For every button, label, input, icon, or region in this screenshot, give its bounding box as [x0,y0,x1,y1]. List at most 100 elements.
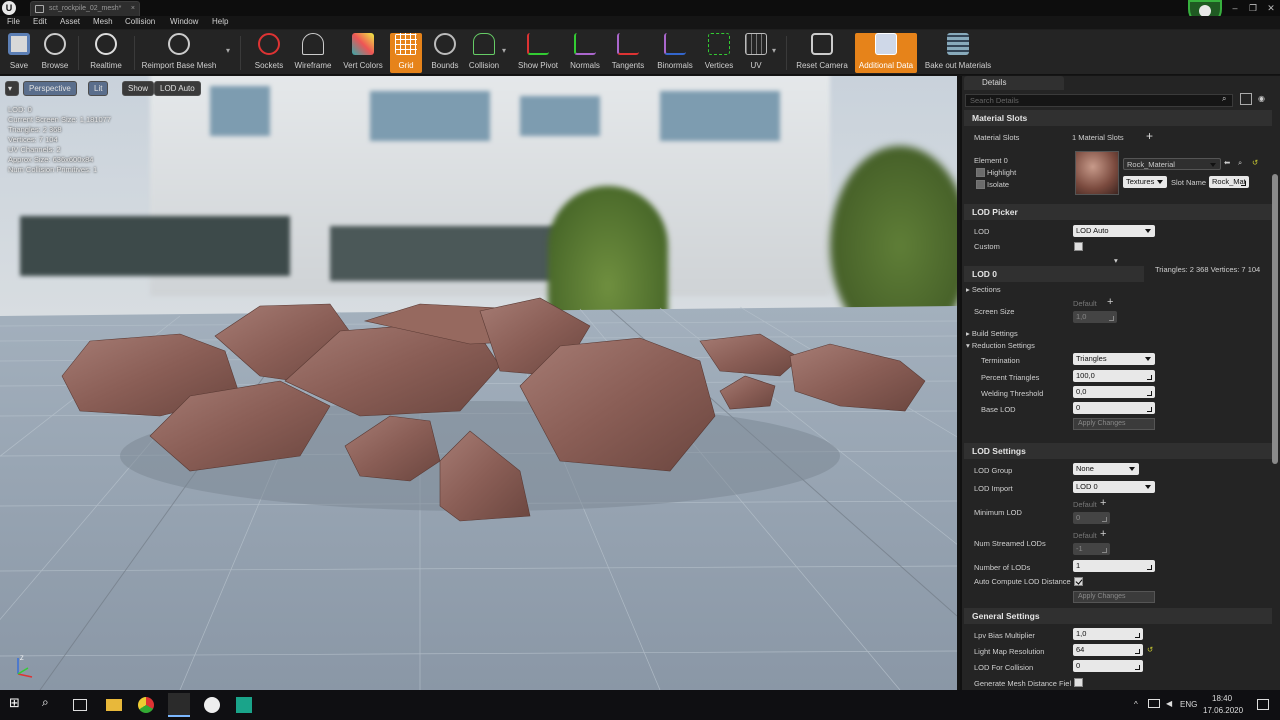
add-streamed-icon[interactable]: + [1100,528,1106,540]
lod-picker-header[interactable]: LOD Picker [964,204,1272,220]
browse-button[interactable]: Browse [38,33,72,73]
minimum-lod-field[interactable]: 0 [1073,512,1110,524]
sections-expander[interactable]: ▸ Sections [966,285,1001,294]
lod-collision-field[interactable]: 0 [1073,660,1143,672]
clock-date[interactable]: 17.06.2020 [1203,706,1243,715]
sockets-button[interactable]: Sockets [252,33,286,73]
reset-lightmap-icon[interactable]: ↺ [1147,645,1153,654]
add-slot-icon[interactable]: + [1146,129,1153,143]
file-explorer-icon[interactable] [106,699,122,711]
search-details-input[interactable]: Search Details [965,94,1233,107]
menu-file[interactable]: File [7,17,20,26]
tangents-button[interactable]: Tangents [608,33,648,73]
textures-dropdown[interactable]: Textures [1123,176,1167,188]
viewport[interactable]: ▾ Perspective Lit Show LOD Auto LOD: 0 C… [0,76,957,690]
menu-help[interactable]: Help [212,17,228,26]
screen-size-field[interactable]: 1,0 [1073,311,1117,323]
asset-tab[interactable]: sct_rockpile_02_mesh* × [30,1,140,16]
binormals-button[interactable]: Binormals [654,33,696,73]
close-button[interactable]: ✕ [1262,0,1280,16]
reduction-settings-expander[interactable]: ▾ Reduction Settings [966,341,1035,350]
expand-arrow-icon[interactable]: ▾ [1114,256,1118,265]
slot-name-field[interactable]: Rock_Mat [1209,176,1249,188]
uv-dropdown-icon[interactable]: ▾ [772,46,776,55]
lod-auto-button[interactable]: LOD Auto [154,81,201,96]
use-selected-icon[interactable]: ⬅ [1224,158,1230,167]
details-tab[interactable]: Details [964,76,1064,90]
vert-colors-button[interactable]: Vert Colors [340,33,386,73]
browse-asset-icon[interactable]: ⌕ [1238,158,1242,168]
collision-button[interactable]: Collision [466,33,502,73]
perspective-button[interactable]: Perspective [23,81,77,96]
light-map-field[interactable]: 64 [1073,644,1143,656]
show-button[interactable]: Show [122,81,155,96]
menu-mesh[interactable]: Mesh [93,17,113,26]
bake-out-materials-button[interactable]: Bake out Materials [922,33,994,73]
task-view-icon[interactable] [73,699,87,711]
lod-import-dropdown[interactable]: LOD 0 [1073,481,1155,493]
termination-dropdown[interactable]: Triangles [1073,353,1155,365]
highlight-checkbox[interactable] [976,168,985,177]
distance-field-checkbox[interactable] [1074,678,1083,687]
custom-checkbox[interactable] [1074,242,1083,251]
tab-close-icon[interactable]: × [131,2,135,15]
view-options-icon[interactable] [1240,93,1252,105]
wireframe-button[interactable]: Wireframe [292,33,334,73]
3ds-max-icon[interactable] [236,697,252,713]
steam-icon[interactable] [204,697,220,713]
chrome-icon[interactable] [138,697,154,713]
lpv-bias-field[interactable]: 1,0 [1073,628,1143,640]
bounds-button[interactable]: Bounds [428,33,462,73]
apply-changes-button[interactable]: Apply Changes [1073,418,1155,430]
lod-group-dropdown[interactable]: None [1073,463,1139,475]
welding-threshold-field[interactable]: 0,0 [1073,386,1155,398]
reimport-dropdown-icon[interactable]: ▾ [226,46,230,55]
normals-button[interactable]: Normals [566,33,604,73]
search-icon[interactable]: ⌕ [1222,94,1226,104]
vertices-button[interactable]: Vertices [702,33,736,73]
add-screen-size-icon[interactable]: + [1107,296,1113,308]
save-button[interactable]: Save [4,33,34,73]
material-dropdown[interactable]: Rock_Material [1123,158,1221,170]
build-settings-expander[interactable]: ▸ Build Settings [966,329,1018,338]
lod-settings-header[interactable]: LOD Settings [964,443,1272,459]
reset-camera-button[interactable]: Reset Camera [794,33,850,73]
collision-dropdown-icon[interactable]: ▾ [502,46,506,55]
volume-icon[interactable]: ◀ [1166,699,1172,708]
number-of-lods-field[interactable]: 1 [1073,560,1155,572]
menu-collision[interactable]: Collision [125,17,155,26]
menu-window[interactable]: Window [170,17,198,26]
search-icon[interactable]: ⌕ [42,695,62,715]
show-pivot-button[interactable]: Show Pivot [516,33,560,73]
isolate-checkbox[interactable] [976,180,985,189]
percent-triangles-field[interactable]: 100,0 [1073,370,1155,382]
additional-data-button[interactable]: Additional Data [855,33,917,73]
viewport-options-button[interactable]: ▾ [5,81,19,96]
uv-button[interactable]: UV [742,33,770,73]
maximize-button[interactable]: ❐ [1244,0,1262,16]
add-min-lod-icon[interactable]: + [1100,497,1106,509]
lit-button[interactable]: Lit [88,81,109,96]
tray-arrow-icon[interactable]: ^ [1134,700,1138,709]
language-indicator[interactable]: ENG [1180,700,1197,709]
clock-time[interactable]: 18:40 [1212,694,1232,703]
menu-edit[interactable]: Edit [33,17,47,26]
windows-start-icon[interactable]: ⊞ [9,695,29,715]
realtime-button[interactable]: Realtime [86,33,126,73]
auto-compute-checkbox[interactable] [1074,577,1083,586]
unreal-logo-icon[interactable]: U [2,1,16,15]
material-slots-header[interactable]: Material Slots [964,110,1272,126]
num-streamed-lods-field[interactable]: -1 [1073,543,1110,555]
eye-icon[interactable]: ◉ [1258,94,1265,103]
notifications-icon[interactable] [1257,699,1269,710]
reimport-button[interactable]: Reimport Base Mesh [140,33,218,73]
minimize-button[interactable]: – [1226,0,1244,16]
unreal-taskbar-icon[interactable] [168,693,190,717]
apply-changes-lod-button[interactable]: Apply Changes [1073,591,1155,603]
general-settings-header[interactable]: General Settings [964,608,1272,624]
lod-picker-dropdown[interactable]: LOD Auto [1073,225,1155,237]
material-thumbnail[interactable] [1075,151,1119,195]
base-lod-field[interactable]: 0 [1073,402,1155,414]
details-scrollbar[interactable] [1272,174,1278,464]
network-icon[interactable] [1148,699,1160,708]
